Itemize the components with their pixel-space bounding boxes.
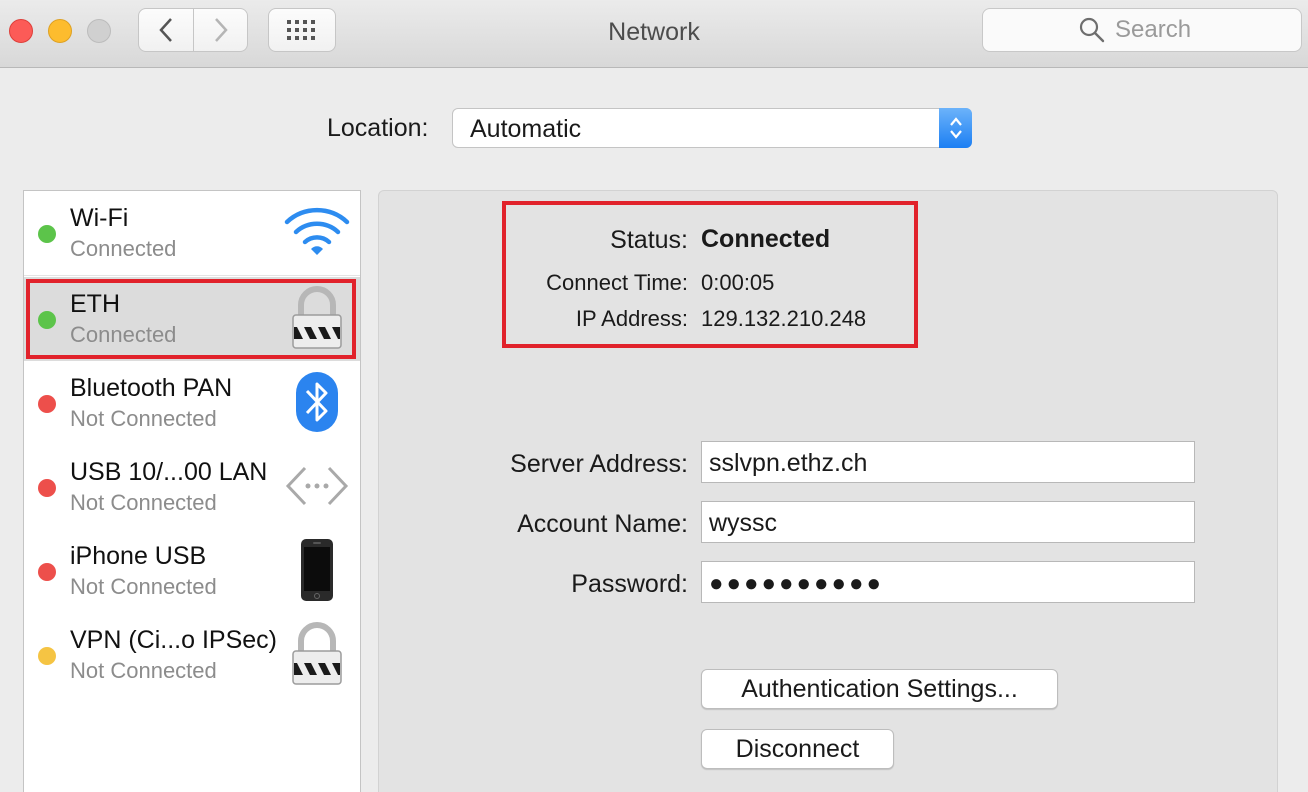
ip-address-label: IP Address: (575, 306, 688, 331)
select-stepper-icon (939, 108, 972, 148)
account-name-field[interactable]: wyssc (701, 501, 1195, 543)
password-field[interactable]: ●●●●●●●●●● (701, 561, 1195, 603)
account-name-label: Account Name: (517, 510, 688, 538)
status-dot (38, 647, 56, 665)
disconnect-button[interactable]: Disconnect (701, 729, 894, 769)
service-status: Not Connected (70, 658, 217, 683)
authentication-settings-button[interactable]: Authentication Settings... (701, 669, 1058, 709)
status-label: Status: (610, 226, 688, 254)
service-item-iphone-usb[interactable]: iPhone USB Not Connected (24, 529, 360, 613)
wifi-icon (284, 199, 350, 265)
eth-highlight-frame (26, 279, 356, 359)
status-dot (38, 225, 56, 243)
service-item-wifi[interactable]: Wi-Fi Connected (24, 191, 360, 275)
status-value: Connected (701, 225, 831, 253)
service-name: Bluetooth PAN (70, 374, 233, 402)
service-name: Wi-Fi (70, 204, 129, 232)
service-item-vpn[interactable]: VPN (Ci...o IPSec) Not Connected (24, 613, 360, 697)
search-icon (1079, 17, 1105, 43)
service-status: Not Connected (70, 574, 217, 599)
search-box[interactable] (982, 8, 1302, 52)
server-address-field[interactable]: sslvpn.ethz.ch (701, 441, 1195, 483)
status-dot (38, 395, 56, 413)
service-item-usb-lan[interactable]: USB 10/...00 LAN Not Connected (24, 445, 360, 529)
ethernet-icon (284, 453, 350, 519)
connect-time-label: Connect Time: (546, 270, 688, 295)
lock-icon (284, 621, 350, 687)
service-status: Not Connected (70, 406, 217, 431)
location-label: Location: (327, 114, 429, 142)
location-value: Automatic (470, 115, 582, 143)
iphone-icon (284, 537, 350, 603)
location-select[interactable]: Automatic (452, 108, 972, 148)
service-status: Not Connected (70, 490, 217, 515)
password-label: Password: (571, 570, 688, 598)
ip-address-value: 129.132.210.248 (701, 306, 867, 331)
title-bar: Network (0, 0, 1308, 68)
server-address-label: Server Address: (510, 450, 688, 478)
service-item-bluetooth-pan[interactable]: Bluetooth PAN Not Connected (24, 361, 360, 445)
status-dot (38, 479, 56, 497)
service-name: VPN (Ci...o IPSec) (70, 626, 277, 654)
search-input[interactable] (1115, 16, 1205, 44)
service-name: USB 10/...00 LAN (70, 458, 268, 486)
service-name: iPhone USB (70, 542, 207, 570)
bluetooth-icon (284, 369, 350, 435)
connect-time-value: 0:00:05 (701, 270, 775, 295)
status-dot (38, 563, 56, 581)
service-status: Connected (70, 236, 177, 261)
